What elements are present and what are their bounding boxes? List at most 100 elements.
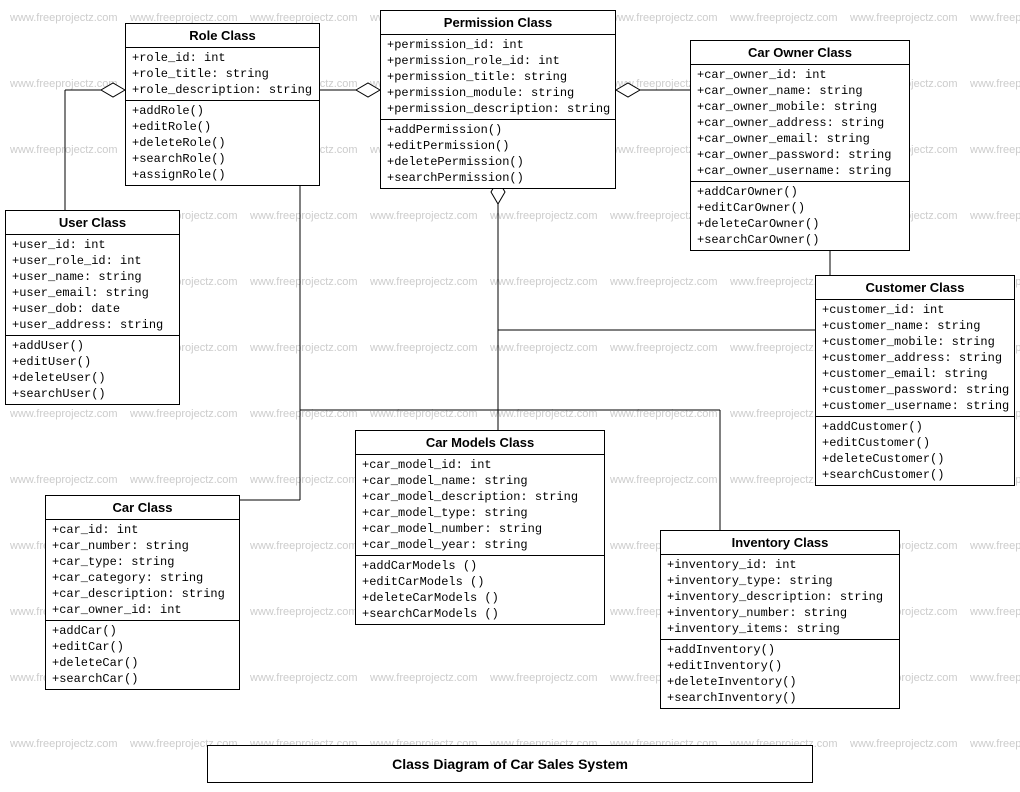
- class-member: +car_model_number: string: [362, 521, 598, 537]
- class-title: Car Models Class: [356, 431, 604, 455]
- class-member: +searchCarModels (): [362, 606, 598, 622]
- class-car: Car Class +car_id: int+car_number: strin…: [45, 495, 240, 690]
- class-member: +user_dob: date: [12, 301, 173, 317]
- class-member: +car_owner_id: int: [52, 602, 233, 618]
- class-member: +user_id: int: [12, 237, 173, 253]
- class-member: +car_category: string: [52, 570, 233, 586]
- class-member: +user_email: string: [12, 285, 173, 301]
- class-title: Inventory Class: [661, 531, 899, 555]
- class-member: +customer_mobile: string: [822, 334, 1008, 350]
- class-title: Role Class: [126, 24, 319, 48]
- class-member: +user_name: string: [12, 269, 173, 285]
- class-member: +addUser(): [12, 338, 173, 354]
- class-ops: +addCarOwner()+editCarOwner()+deleteCarO…: [691, 182, 909, 250]
- class-member: +car_model_description: string: [362, 489, 598, 505]
- class-member: +car_model_type: string: [362, 505, 598, 521]
- class-member: +permission_id: int: [387, 37, 609, 53]
- class-role: Role Class +role_id: int+role_title: str…: [125, 23, 320, 186]
- class-member: +editPermission(): [387, 138, 609, 154]
- class-member: +addRole(): [132, 103, 313, 119]
- class-member: +car_owner_address: string: [697, 115, 903, 131]
- class-member: +searchCar(): [52, 671, 233, 687]
- class-member: +searchPermission(): [387, 170, 609, 186]
- class-attrs: +car_owner_id: int+car_owner_name: strin…: [691, 65, 909, 182]
- class-member: +addPermission(): [387, 122, 609, 138]
- class-member: +deleteCar(): [52, 655, 233, 671]
- class-attrs: +car_id: int+car_number: string+car_type…: [46, 520, 239, 621]
- class-member: +permission_description: string: [387, 101, 609, 117]
- class-member: +editCustomer(): [822, 435, 1008, 451]
- class-title: Customer Class: [816, 276, 1014, 300]
- class-attrs: +inventory_id: int+inventory_type: strin…: [661, 555, 899, 640]
- class-member: +assignRole(): [132, 167, 313, 183]
- class-member: +addCarOwner(): [697, 184, 903, 200]
- class-member: +editUser(): [12, 354, 173, 370]
- class-member: +editCarOwner(): [697, 200, 903, 216]
- class-member: +searchCarOwner(): [697, 232, 903, 248]
- class-member: +car_number: string: [52, 538, 233, 554]
- class-member: +deleteCarModels (): [362, 590, 598, 606]
- class-member: +customer_address: string: [822, 350, 1008, 366]
- class-member: +user_address: string: [12, 317, 173, 333]
- class-ops: +addUser()+editUser()+deleteUser()+searc…: [6, 336, 179, 404]
- class-member: +deletePermission(): [387, 154, 609, 170]
- class-carowner: Car Owner Class +car_owner_id: int+car_o…: [690, 40, 910, 251]
- class-member: +inventory_type: string: [667, 573, 893, 589]
- class-attrs: +role_id: int+role_title: string+role_de…: [126, 48, 319, 101]
- class-ops: +addRole()+editRole()+deleteRole()+searc…: [126, 101, 319, 185]
- class-member: +permission_module: string: [387, 85, 609, 101]
- class-member: +car_owner_password: string: [697, 147, 903, 163]
- class-ops: +addPermission()+editPermission()+delete…: [381, 120, 615, 188]
- class-member: +customer_id: int: [822, 302, 1008, 318]
- class-carmodels: Car Models Class +car_model_id: int+car_…: [355, 430, 605, 625]
- class-member: +role_description: string: [132, 82, 313, 98]
- class-member: +deleteUser(): [12, 370, 173, 386]
- class-member: +role_title: string: [132, 66, 313, 82]
- class-title: Car Owner Class: [691, 41, 909, 65]
- diagram-title: Class Diagram of Car Sales System: [207, 745, 813, 783]
- class-member: +car_description: string: [52, 586, 233, 602]
- class-title: Permission Class: [381, 11, 615, 35]
- class-member: +searchRole(): [132, 151, 313, 167]
- class-member: +car_model_name: string: [362, 473, 598, 489]
- class-attrs: +customer_id: int+customer_name: string+…: [816, 300, 1014, 417]
- class-member: +editCarModels (): [362, 574, 598, 590]
- class-member: +inventory_id: int: [667, 557, 893, 573]
- class-member: +addCarModels (): [362, 558, 598, 574]
- class-member: +addInventory(): [667, 642, 893, 658]
- class-ops: +addCustomer()+editCustomer()+deleteCust…: [816, 417, 1014, 485]
- class-member: +car_id: int: [52, 522, 233, 538]
- class-member: +car_model_id: int: [362, 457, 598, 473]
- class-member: +deleteRole(): [132, 135, 313, 151]
- class-member: +car_owner_id: int: [697, 67, 903, 83]
- class-member: +permission_role_id: int: [387, 53, 609, 69]
- class-member: +inventory_description: string: [667, 589, 893, 605]
- class-member: +car_owner_username: string: [697, 163, 903, 179]
- class-member: +role_id: int: [132, 50, 313, 66]
- class-user: User Class +user_id: int+user_role_id: i…: [5, 210, 180, 405]
- class-member: +customer_name: string: [822, 318, 1008, 334]
- class-permission: Permission Class +permission_id: int+per…: [380, 10, 616, 189]
- class-member: +customer_password: string: [822, 382, 1008, 398]
- class-member: +car_owner_name: string: [697, 83, 903, 99]
- class-member: +searchInventory(): [667, 690, 893, 706]
- class-member: +car_owner_mobile: string: [697, 99, 903, 115]
- class-member: +permission_title: string: [387, 69, 609, 85]
- class-attrs: +user_id: int+user_role_id: int+user_nam…: [6, 235, 179, 336]
- class-member: +editCar(): [52, 639, 233, 655]
- class-member: +car_model_year: string: [362, 537, 598, 553]
- class-ops: +addCar()+editCar()+deleteCar()+searchCa…: [46, 621, 239, 689]
- class-attrs: +car_model_id: int+car_model_name: strin…: [356, 455, 604, 556]
- class-member: +car_type: string: [52, 554, 233, 570]
- class-customer: Customer Class +customer_id: int+custome…: [815, 275, 1015, 486]
- class-member: +editInventory(): [667, 658, 893, 674]
- class-member: +deleteCarOwner(): [697, 216, 903, 232]
- class-member: +searchCustomer(): [822, 467, 1008, 483]
- class-inventory: Inventory Class +inventory_id: int+inven…: [660, 530, 900, 709]
- class-member: +customer_email: string: [822, 366, 1008, 382]
- class-member: +inventory_items: string: [667, 621, 893, 637]
- class-member: +user_role_id: int: [12, 253, 173, 269]
- class-member: +addCar(): [52, 623, 233, 639]
- class-title: Car Class: [46, 496, 239, 520]
- class-ops: +addInventory()+editInventory()+deleteIn…: [661, 640, 899, 708]
